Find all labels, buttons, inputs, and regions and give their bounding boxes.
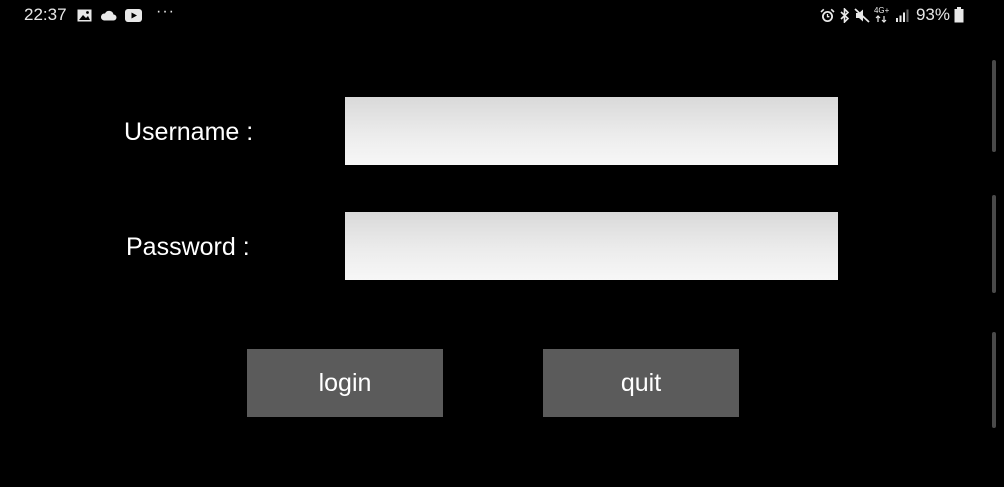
cloud-icon: [100, 10, 117, 21]
gallery-icon: [77, 9, 92, 22]
network-type-icon: 4G+: [873, 6, 892, 23]
login-screen: 22:37 ··· 4G+ 93% Username: Password: …: [0, 0, 1004, 487]
network-type-label: 4G+: [873, 6, 890, 15]
scroll-indicator-bottom: [992, 332, 996, 428]
signal-icon: [895, 9, 910, 22]
password-label: Password :: [126, 233, 250, 261]
mute-icon: [854, 7, 870, 23]
notification-icons: ···: [77, 3, 175, 23]
status-time: 22:37: [24, 5, 67, 24]
battery-percentage: 93%: [915, 5, 950, 24]
youtube-icon: [125, 8, 142, 22]
bluetooth-icon: [839, 7, 850, 23]
login-button[interactable]: login: [247, 349, 443, 417]
alarm-icon: [820, 8, 835, 23]
system-status: 4G+ 93%: [820, 5, 964, 25]
scroll-indicator-middle: [992, 195, 996, 293]
quit-button[interactable]: quit: [543, 349, 739, 417]
status-bar: 22:37 ··· 4G+ 93%: [0, 0, 1004, 30]
scroll-indicator-top: [992, 60, 996, 152]
battery-icon: [954, 7, 964, 23]
username-input[interactable]: [345, 97, 838, 165]
more-notifications-indicator: ···: [156, 3, 175, 20]
password-input[interactable]: [345, 212, 838, 280]
username-label: Username :: [124, 118, 254, 146]
